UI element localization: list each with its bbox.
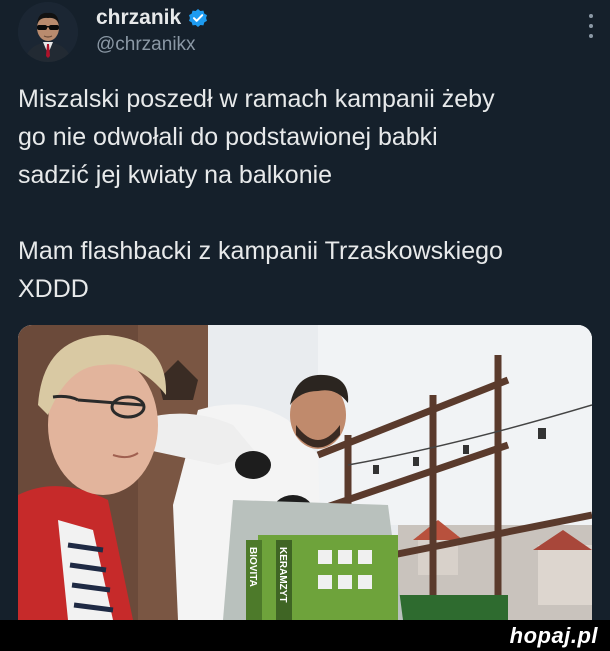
tweet-line: sadzić jej kwiaty na balkonie <box>18 161 333 189</box>
tweet-text: Miszalski poszedł w ramach kampanii żeby… <box>18 80 598 308</box>
dot <box>589 34 593 38</box>
tweet-line: XDDD <box>18 275 89 303</box>
avatar-sunglasses-man-icon <box>18 2 78 62</box>
watermark: hopaj.pl <box>509 623 598 648</box>
display-name[interactable]: chrzanik <box>96 6 181 30</box>
more-dots-icon[interactable] <box>586 14 596 38</box>
tweet-line: Miszalski poszedł w ramach kampanii żeby <box>18 85 495 113</box>
photo-man-planting-flowers-icon: BIOVITA KERAMZYT <box>18 325 592 620</box>
user-handle[interactable]: @chrzanikx <box>96 34 196 56</box>
bag-label: BIOVITA <box>247 547 258 587</box>
dot <box>589 24 593 28</box>
dot <box>589 14 593 18</box>
bag-label: KERAMZYT <box>277 547 288 603</box>
author-name-row[interactable]: chrzanik <box>96 4 209 32</box>
footer-bar: hopaj.pl <box>0 620 610 651</box>
tweet-line: Mam flashbacki z kampanii Trzaskowskiego <box>18 237 503 265</box>
tweet-card: chrzanik @chrzanikx Miszalski poszedł w … <box>0 0 610 620</box>
tweet-line: go nie odwołali do podstawionej babki <box>18 123 438 151</box>
verified-badge-icon <box>187 7 209 29</box>
avatar[interactable] <box>18 2 78 62</box>
tweet-photo[interactable]: BIOVITA KERAMZYT <box>18 325 592 620</box>
